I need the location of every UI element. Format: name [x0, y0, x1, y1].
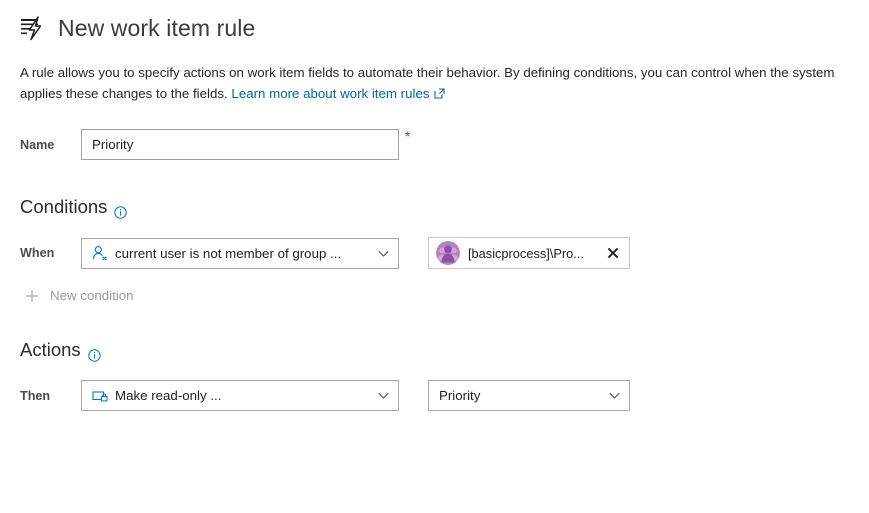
action-field-dropdown[interactable]: Priority	[428, 380, 630, 411]
user-minus-icon	[92, 245, 108, 261]
rule-name-input[interactable]	[81, 129, 399, 160]
identity-chip[interactable]: [basicprocess]\Pro...	[428, 237, 630, 269]
info-icon[interactable]	[88, 345, 101, 358]
actions-heading-label: Actions	[20, 339, 81, 361]
conditions-heading: Conditions	[20, 196, 869, 218]
action-type-dropdown[interactable]: Make read-only ...	[81, 380, 399, 411]
when-label: When	[20, 246, 81, 260]
action-type-value: Make read-only ...	[115, 388, 371, 403]
chevron-down-icon	[377, 389, 390, 402]
name-row: Name *	[20, 129, 869, 160]
new-condition-button[interactable]: New condition	[25, 288, 155, 303]
action-field-value: Priority	[439, 388, 602, 403]
new-condition-label: New condition	[50, 288, 134, 303]
rule-description: A rule allows you to specify actions on …	[20, 62, 840, 104]
condition-type-value: current user is not member of group ...	[115, 246, 371, 261]
actions-heading: Actions	[20, 339, 869, 361]
group-avatar-icon	[436, 241, 460, 265]
page-header: New work item rule	[0, 0, 869, 42]
then-label: Then	[20, 389, 81, 403]
identity-chip-label: [basicprocess]\Pro...	[468, 246, 601, 261]
conditions-heading-label: Conditions	[20, 196, 107, 218]
name-label: Name	[20, 138, 81, 152]
rule-lightning-icon	[18, 13, 48, 43]
plus-icon	[25, 289, 39, 303]
field-read-only-icon	[92, 388, 108, 404]
page-title: New work item rule	[58, 13, 255, 43]
chevron-down-icon	[377, 247, 390, 260]
then-row: Then Make read-only ... Priority	[20, 380, 869, 411]
info-icon[interactable]	[114, 202, 127, 215]
close-icon[interactable]	[605, 245, 621, 261]
required-asterisk: *	[405, 131, 410, 141]
learn-more-link[interactable]: Learn more about work item rules	[231, 86, 429, 101]
external-link-icon[interactable]	[434, 84, 445, 95]
when-row: When current user is not member of group…	[20, 237, 869, 269]
condition-type-dropdown[interactable]: current user is not member of group ...	[81, 238, 399, 269]
chevron-down-icon	[608, 389, 621, 402]
